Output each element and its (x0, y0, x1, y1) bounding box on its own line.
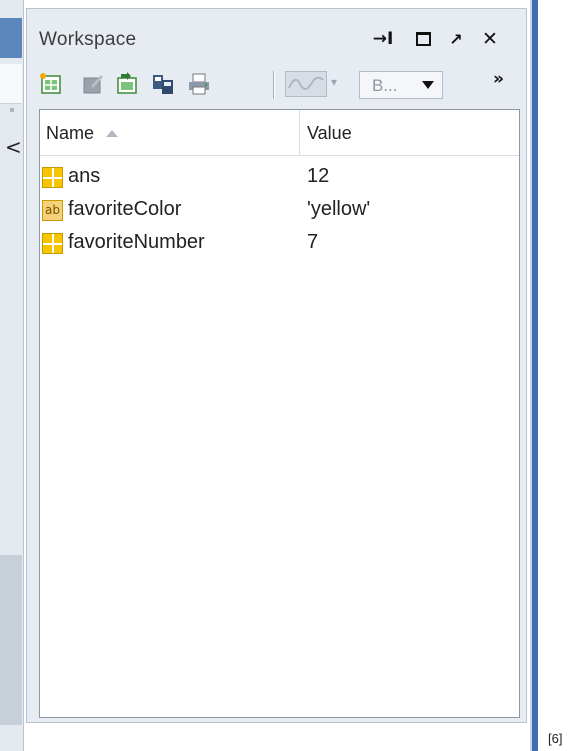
workspace-title: Workspace (39, 29, 137, 50)
variable-list: ans 12 ab favoriteColor 'yellow' favorit… (40, 164, 519, 263)
workspace-panel: Workspace →I ↗ ✕ ▾ B... » Name Value ans… (26, 8, 527, 723)
toolbar-overflow-icon[interactable]: » (493, 69, 504, 89)
chevron-down-icon[interactable] (422, 81, 434, 89)
variables-table: Name Value ans 12 ab favoriteColor 'yell… (39, 109, 520, 718)
maximize-icon[interactable] (411, 27, 435, 51)
table-row[interactable]: ab favoriteColor 'yellow' (40, 197, 519, 230)
workspace-titlebar: Workspace →I ↗ ✕ (27, 23, 526, 57)
variable-value: 7 (307, 231, 319, 253)
sort-ascending-icon (106, 130, 118, 137)
table-row[interactable]: ans 12 (40, 164, 519, 197)
print-icon[interactable] (187, 72, 211, 96)
workspace-toolbar: ▾ B... » (27, 63, 526, 107)
import-data-icon[interactable] (115, 72, 139, 96)
char-variable-icon: ab (42, 200, 63, 221)
variable-name: favoriteNumber (68, 231, 205, 253)
plot-icon[interactable] (285, 71, 327, 97)
column-header-value-label: Value (307, 123, 352, 143)
variable-value: 12 (307, 165, 330, 187)
left-panel-titlebar (0, 18, 22, 58)
minimize-icon[interactable]: ↗ (445, 27, 467, 51)
save-workspace-icon[interactable] (151, 72, 175, 96)
chevron-left-icon[interactable]: < (5, 135, 22, 159)
stack-select[interactable]: B... (359, 71, 443, 99)
column-header-value[interactable]: Value (301, 110, 519, 155)
footnote-marker: [6] (548, 731, 563, 746)
plot-dropdown-icon[interactable]: ▾ (331, 75, 337, 89)
close-icon[interactable]: ✕ (478, 27, 502, 51)
variable-value: 'yellow' (307, 198, 371, 220)
variable-name: favoriteColor (68, 198, 182, 220)
undock-icon[interactable]: →I (371, 27, 395, 51)
left-panel-tab[interactable]: < (0, 64, 22, 159)
table-header: Name Value (40, 110, 519, 156)
left-panel-marker (10, 108, 14, 112)
numeric-variable-icon (42, 233, 63, 254)
column-header-name-label: Name (46, 123, 95, 143)
table-row[interactable]: favoriteNumber 7 (40, 230, 519, 263)
variable-name: ans (68, 165, 101, 187)
left-panel-edge: < (0, 0, 24, 751)
panel-divider[interactable] (532, 0, 538, 751)
left-panel-scrollbar[interactable] (0, 555, 22, 725)
toolbar-separator (273, 71, 275, 99)
stack-select-value: B... (372, 76, 398, 95)
column-header-name[interactable]: Name (40, 110, 300, 155)
edit-variable-icon[interactable] (81, 72, 105, 96)
numeric-variable-icon (42, 167, 63, 188)
new-variable-icon[interactable] (39, 72, 63, 96)
